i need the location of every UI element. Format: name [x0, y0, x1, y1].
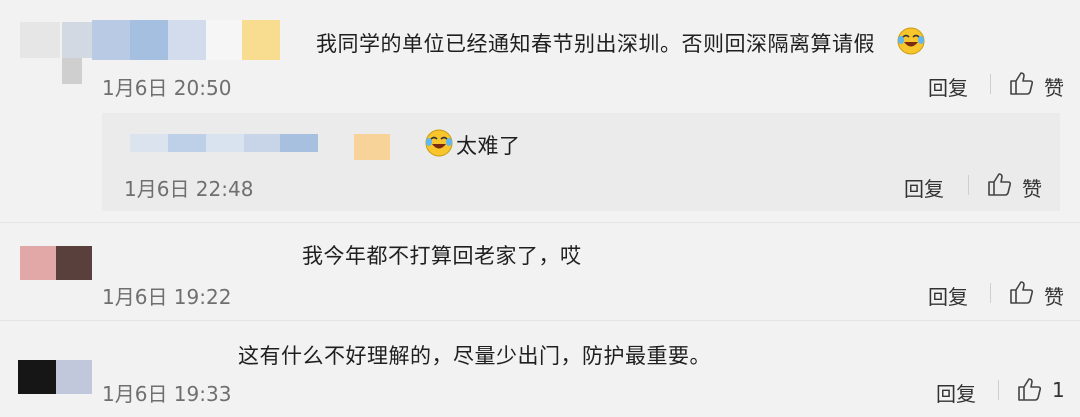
comment-divider	[0, 320, 1080, 321]
like-count[interactable]: 1	[1052, 378, 1065, 402]
like-button[interactable]: 赞	[1044, 281, 1064, 310]
comment-text: 我同学的单位已经通知春节别出深圳。否则回深隔离算请假	[316, 32, 875, 56]
action-divider	[968, 175, 969, 195]
thumbs-up-icon[interactable]	[1008, 70, 1036, 96]
laughing-crying-emoji-icon	[897, 27, 925, 55]
action-divider	[990, 283, 991, 303]
comment-thread: { "comments": [ { "text": "我同学的单位已经通知春节别…	[0, 0, 1080, 417]
thumbs-up-icon[interactable]	[986, 171, 1014, 197]
reply-like-button[interactable]: 赞	[1022, 173, 1042, 202]
comment-divider	[0, 222, 1080, 223]
reply-reply-button[interactable]: 回复	[904, 173, 944, 202]
reply-text: 太难了	[456, 134, 521, 158]
reply-button[interactable]: 回复	[928, 281, 968, 310]
reply-button[interactable]: 回复	[936, 378, 976, 407]
comment-time: 1月6日 19:22	[102, 285, 232, 309]
reply-time: 1月6日 22:48	[124, 177, 254, 201]
thumbs-up-icon[interactable]	[1008, 279, 1036, 305]
comment-time: 1月6日 20:50	[102, 76, 232, 100]
laughing-crying-emoji-icon	[425, 129, 453, 157]
comment-time: 1月6日 19:33	[102, 382, 232, 406]
comment-text: 我今年都不打算回老家了，哎	[302, 244, 582, 268]
action-divider	[998, 380, 999, 400]
reply-button[interactable]: 回复	[928, 72, 968, 101]
action-divider	[990, 74, 991, 94]
comment-text: 这有什么不好理解的，尽量少出门，防护最重要。	[238, 344, 711, 368]
thumbs-up-icon[interactable]	[1016, 376, 1044, 402]
like-button[interactable]: 赞	[1044, 72, 1064, 101]
